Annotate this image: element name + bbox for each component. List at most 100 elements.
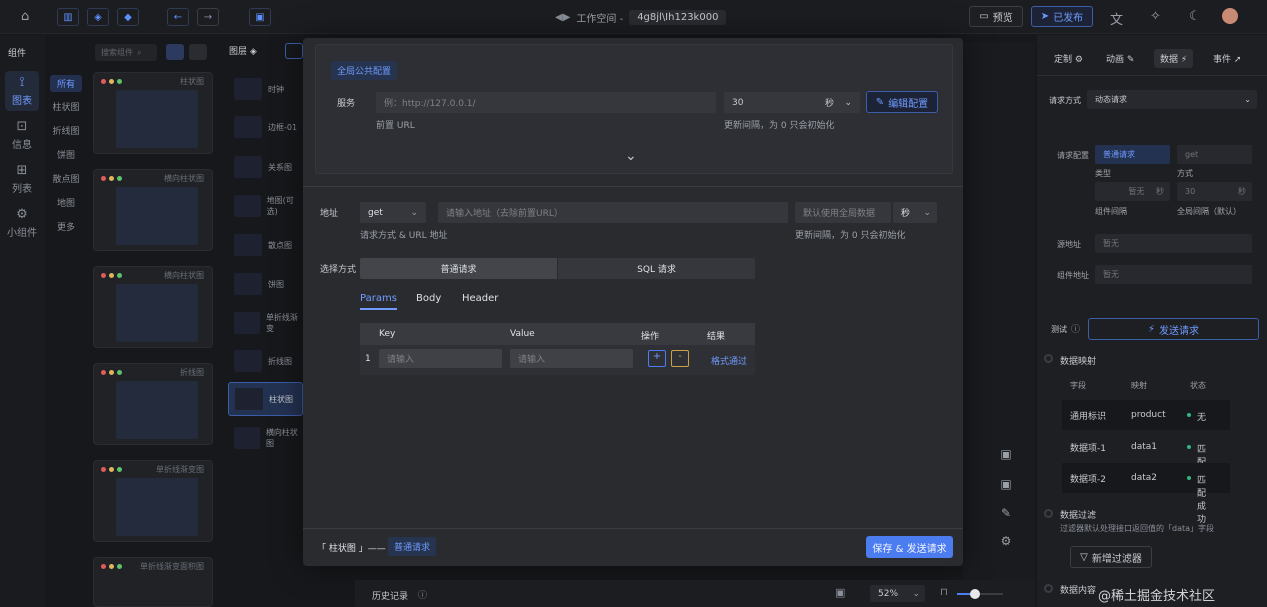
- layer-item[interactable]: 地图(可选): [228, 189, 303, 223]
- subcat-bar[interactable]: 柱状图: [50, 100, 82, 113]
- component-search-input[interactable]: 搜索组件 ⌕: [95, 44, 157, 61]
- tab-body[interactable]: Body: [416, 293, 441, 304]
- service-url-input[interactable]: 例：http://127.0.0.1/: [376, 92, 716, 113]
- component-interval-input[interactable]: 默认使用全局数据: [795, 202, 891, 223]
- tab-custom[interactable]: 定制 ⚙: [1054, 52, 1083, 65]
- send-request-button[interactable]: ⚡ 发送请求: [1088, 318, 1259, 340]
- magic-wand-icon[interactable]: ✧: [1150, 9, 1161, 24]
- layer-item-selected[interactable]: 柱状图: [228, 382, 303, 416]
- component-thumb[interactable]: 单折线渐变图: [93, 460, 213, 542]
- mode-normal-button[interactable]: 普通请求: [360, 258, 557, 279]
- zoom-slider-handle[interactable]: [970, 589, 980, 599]
- req-method-box: get: [1177, 145, 1252, 164]
- layer-item[interactable]: 关系图: [228, 150, 303, 184]
- tab-events[interactable]: 事件 ➚: [1213, 52, 1241, 65]
- mode-sql-button[interactable]: SQL 请求: [558, 258, 755, 279]
- component-thumb[interactable]: 单折线渐变面积图: [93, 557, 213, 607]
- widget-icon: ⚙: [16, 207, 28, 222]
- undo-button[interactable]: ←: [167, 8, 189, 26]
- layer-item[interactable]: 时钟: [228, 72, 303, 106]
- add-row-button[interactable]: +: [648, 350, 666, 367]
- list-view-toggle[interactable]: [189, 44, 207, 60]
- key-input[interactable]: 请输入: [379, 349, 502, 368]
- nav-widgets[interactable]: ⚙ 小组件: [5, 207, 39, 239]
- layer-toggle-button[interactable]: [285, 43, 303, 59]
- content-title: 数据内容: [1060, 586, 1097, 596]
- chart-icon: ⟟: [19, 75, 25, 90]
- lock-icon[interactable]: ⊓: [940, 587, 948, 598]
- nav-charts[interactable]: ⟟ 图表: [5, 71, 39, 111]
- interval-input[interactable]: 30 秒 ⌄: [724, 92, 860, 113]
- avatar[interactable]: [1222, 8, 1238, 24]
- gear-icon[interactable]: ⚙: [999, 534, 1013, 548]
- request-url-input[interactable]: 请输入地址（去除前置URL）: [438, 202, 788, 223]
- lock-icon[interactable]: ▣: [999, 447, 1013, 461]
- help-icon[interactable]: ⓘ: [1071, 322, 1080, 335]
- layer-thumb: [235, 388, 263, 410]
- thumb-title: 单折线渐变面积图: [140, 562, 204, 571]
- fit-screen-icon[interactable]: ▣: [835, 586, 845, 599]
- workspace-code[interactable]: 4g8jl\Ih123k000: [629, 10, 727, 25]
- edit-icon[interactable]: ✎: [999, 506, 1013, 520]
- nav-label: 信息: [12, 140, 32, 151]
- save-button[interactable]: ▣: [249, 8, 271, 26]
- tab-animation[interactable]: 动画 ✎: [1106, 52, 1134, 65]
- moon-icon[interactable]: ☾: [1189, 9, 1201, 24]
- nav-label: 列表: [12, 184, 32, 195]
- component-thumb[interactable]: 横向柱状图: [93, 169, 213, 251]
- tab-header[interactable]: Header: [462, 293, 498, 304]
- edit-config-button[interactable]: ✎ 编辑配置: [866, 91, 938, 113]
- zoom-select[interactable]: 52% ⌄: [870, 585, 925, 602]
- nav-info[interactable]: ⊡ 信息: [5, 119, 39, 151]
- global-interval-box: 30 秒: [1177, 182, 1252, 201]
- comp-interval-box: 暂无 秒: [1095, 182, 1170, 201]
- chart-panel-toggle[interactable]: ▥: [57, 8, 79, 26]
- tab-params[interactable]: Params: [360, 293, 397, 310]
- component-thumb[interactable]: 柱状图: [93, 72, 213, 154]
- unlock-icon[interactable]: ▣: [999, 477, 1013, 491]
- subcat-all[interactable]: 所有: [50, 75, 82, 92]
- home-icon[interactable]: ⌂: [21, 9, 29, 24]
- translate-icon[interactable]: 文: [1110, 9, 1123, 28]
- subcat-map[interactable]: 地图: [50, 196, 82, 209]
- save-send-label: 保存 & 发送请求: [872, 543, 947, 555]
- subcat-scatter[interactable]: 散点图: [50, 172, 82, 185]
- req-mode-select[interactable]: 动态请求 ⌄: [1087, 90, 1257, 109]
- grid-view-toggle[interactable]: [166, 44, 184, 60]
- layer-item[interactable]: 折线图: [228, 344, 303, 378]
- subcat-more[interactable]: 更多: [50, 220, 82, 233]
- video-icon: ◀▶: [555, 12, 571, 23]
- value-placeholder: 请输入: [518, 355, 546, 365]
- layer-item[interactable]: 横向柱状图: [228, 421, 303, 455]
- layer-panel-toggle[interactable]: ◈: [87, 8, 109, 26]
- interval-unit-select[interactable]: 秒 ⌄: [893, 202, 937, 223]
- subcat-line[interactable]: 折线图: [50, 124, 82, 137]
- layer-item[interactable]: 饼图: [228, 267, 303, 301]
- method-select[interactable]: get ⌄: [360, 202, 426, 223]
- filter-title: 数据过滤: [1060, 511, 1097, 521]
- remove-row-button[interactable]: -: [671, 350, 689, 367]
- publish-button[interactable]: ➤ 已发布: [1031, 6, 1093, 27]
- col-action: 操作: [641, 332, 660, 342]
- chevron-down-icon[interactable]: ⌄: [625, 148, 637, 164]
- help-icon[interactable]: ⓘ: [418, 588, 427, 601]
- history-label[interactable]: 历史记录: [372, 589, 408, 602]
- mapping-row: 数据项-1 data1 匹配成功: [1062, 432, 1230, 494]
- add-filter-button[interactable]: ▽ 新增过滤器: [1070, 546, 1152, 568]
- component-thumb[interactable]: 折线图: [93, 363, 213, 445]
- config-panel-toggle[interactable]: ◆: [117, 8, 139, 26]
- map-col-field: 字段: [1070, 381, 1086, 390]
- layer-item[interactable]: 单折线渐变: [228, 306, 303, 340]
- tab-data[interactable]: 数据 ⚡: [1154, 49, 1194, 68]
- redo-button[interactable]: →: [197, 8, 219, 26]
- nav-list[interactable]: ⊞ 列表: [5, 163, 39, 195]
- layer-item[interactable]: 散点图: [228, 228, 303, 262]
- component-thumb[interactable]: 横向柱状图: [93, 266, 213, 348]
- value-input[interactable]: 请输入: [510, 349, 633, 368]
- footer-mode-tag: 普通请求: [388, 537, 437, 556]
- map-col-map: 映射: [1131, 381, 1147, 390]
- subcat-pie[interactable]: 饼图: [50, 148, 82, 161]
- save-send-button[interactable]: 保存 & 发送请求: [866, 536, 953, 558]
- preview-button[interactable]: ▭ 预览: [969, 6, 1023, 27]
- layer-item[interactable]: 边框-01: [228, 110, 303, 144]
